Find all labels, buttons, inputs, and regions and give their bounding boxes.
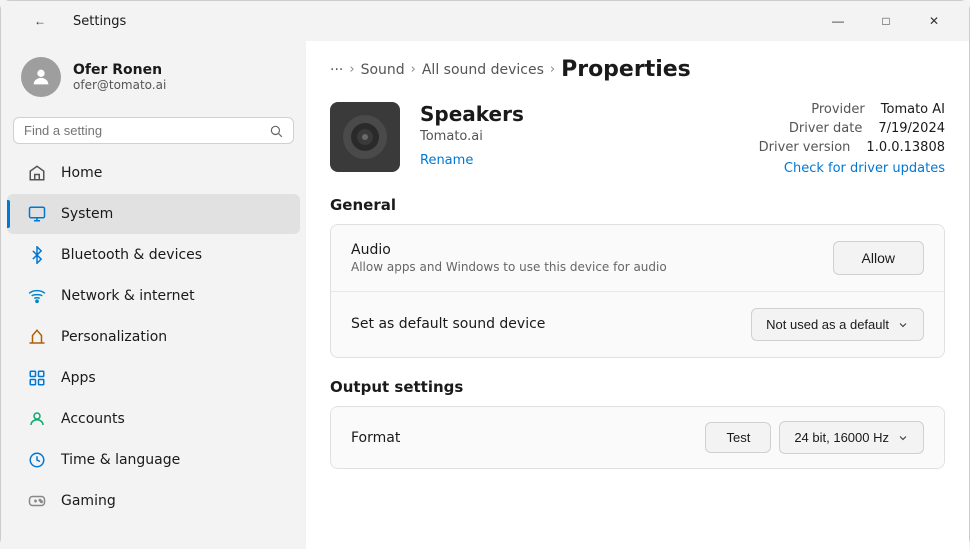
- window-controls: — □ ✕: [815, 5, 957, 37]
- test-button[interactable]: Test: [705, 422, 771, 453]
- device-header: Speakers Tomato.ai Rename Provider Tomat…: [306, 90, 969, 196]
- sidebar-item-label: Personalization: [61, 329, 167, 345]
- default-device-row: Set as default sound device Not used as …: [331, 291, 944, 357]
- speaker-image: [330, 102, 400, 172]
- personalization-icon: [27, 327, 47, 347]
- gaming-icon: [27, 491, 47, 511]
- default-text: Set as default sound device: [351, 316, 751, 334]
- driver-version-value: 1.0.0.13808: [866, 140, 945, 155]
- general-card: Audio Allow apps and Windows to use this…: [330, 224, 945, 358]
- user-section: Ofer Ronen ofer@tomato.ai: [1, 41, 306, 113]
- driver-date-label: Driver date: [789, 121, 862, 136]
- driver-date-value: 7/19/2024: [878, 121, 945, 136]
- maximize-button[interactable]: □: [863, 5, 909, 37]
- back-icon: ←: [34, 14, 46, 28]
- provider-value: Tomato AI: [881, 102, 945, 117]
- breadcrumb-current: Properties: [561, 57, 691, 82]
- home-icon: [27, 163, 47, 183]
- speaker-svg: [340, 112, 390, 162]
- chevron-down-icon: [897, 432, 909, 444]
- breadcrumb-ellipsis[interactable]: ···: [330, 62, 343, 78]
- sidebar-item-label: Time & language: [61, 452, 180, 468]
- titlebar-left: ← Settings: [17, 5, 126, 37]
- network-icon: [27, 286, 47, 306]
- driver-version-label: Driver version: [759, 140, 851, 155]
- sidebar-item-network[interactable]: Network & internet: [7, 276, 300, 316]
- breadcrumb-sep3: ›: [550, 62, 555, 77]
- sidebar-item-personalization[interactable]: Personalization: [7, 317, 300, 357]
- time-icon: [27, 450, 47, 470]
- sidebar-item-apps[interactable]: Apps: [7, 358, 300, 398]
- audio-row: Audio Allow apps and Windows to use this…: [331, 225, 944, 291]
- sidebar: Ofer Ronen ofer@tomato.ai Home System: [1, 41, 306, 549]
- sidebar-item-bluetooth[interactable]: Bluetooth & devices: [7, 235, 300, 275]
- format-dropdown[interactable]: 24 bit, 16000 Hz: [779, 421, 924, 454]
- default-dropdown[interactable]: Not used as a default: [751, 308, 924, 341]
- back-button[interactable]: ←: [17, 5, 63, 37]
- sidebar-item-label: Accounts: [61, 411, 125, 427]
- breadcrumb-sound[interactable]: Sound: [361, 62, 405, 78]
- format-row: Format Test 24 bit, 16000 Hz: [331, 407, 944, 468]
- sidebar-item-label: Bluetooth & devices: [61, 247, 202, 263]
- sidebar-item-gaming[interactable]: Gaming: [7, 481, 300, 521]
- nav-list: Home System Bluetooth & devices Network …: [1, 152, 306, 522]
- format-controls: Test 24 bit, 16000 Hz: [705, 421, 924, 454]
- default-dropdown-value: Not used as a default: [766, 317, 889, 332]
- breadcrumb-sep2: ›: [411, 62, 416, 77]
- sidebar-item-label: Apps: [61, 370, 96, 386]
- accounts-icon: [27, 409, 47, 429]
- sidebar-item-accounts[interactable]: Accounts: [7, 399, 300, 439]
- device-info: Speakers Tomato.ai Rename: [420, 102, 739, 168]
- sidebar-item-home[interactable]: Home: [7, 153, 300, 193]
- allow-button[interactable]: Allow: [833, 241, 924, 275]
- sidebar-item-label: Gaming: [61, 493, 116, 509]
- sidebar-item-system[interactable]: System: [7, 194, 300, 234]
- audio-desc: Allow apps and Windows to use this devic…: [351, 260, 833, 274]
- rename-link[interactable]: Rename: [420, 153, 473, 168]
- device-name: Speakers: [420, 102, 739, 126]
- device-meta: Provider Tomato AI Driver date 7/19/2024…: [759, 102, 945, 176]
- format-label: Format: [351, 430, 400, 446]
- provider-label: Provider: [811, 102, 865, 117]
- search-icon: [269, 124, 283, 138]
- provider-row: Provider Tomato AI: [811, 102, 945, 117]
- system-icon: [27, 204, 47, 224]
- sidebar-item-label: Network & internet: [61, 288, 195, 304]
- chevron-down-icon: [897, 319, 909, 331]
- user-email: ofer@tomato.ai: [73, 78, 166, 92]
- window-title: Settings: [73, 14, 126, 29]
- app-body: Ofer Ronen ofer@tomato.ai Home System: [1, 41, 969, 549]
- output-card: Format Test 24 bit, 16000 Hz: [330, 406, 945, 469]
- sidebar-item-label: System: [61, 206, 113, 222]
- main-content: ··· › Sound › All sound devices › Proper…: [306, 41, 969, 549]
- breadcrumb-sep1: ›: [349, 62, 354, 77]
- format-dropdown-value: 24 bit, 16000 Hz: [794, 430, 889, 445]
- default-label: Set as default sound device: [351, 316, 751, 332]
- driver-date-row: Driver date 7/19/2024: [789, 121, 945, 136]
- breadcrumb: ··· › Sound › All sound devices › Proper…: [306, 41, 969, 90]
- search-input[interactable]: [24, 123, 261, 138]
- user-name: Ofer Ronen: [73, 62, 166, 78]
- avatar: [21, 57, 61, 97]
- apps-icon: [27, 368, 47, 388]
- audio-label: Audio: [351, 242, 833, 258]
- minimize-button[interactable]: —: [815, 5, 861, 37]
- sidebar-item-time[interactable]: Time & language: [7, 440, 300, 480]
- breadcrumb-all-sound-devices[interactable]: All sound devices: [422, 62, 544, 78]
- titlebar: ← Settings — □ ✕: [1, 1, 969, 41]
- output-section-title: Output settings: [306, 366, 969, 406]
- bluetooth-icon: [27, 245, 47, 265]
- sidebar-item-label: Home: [61, 165, 102, 181]
- user-info: Ofer Ronen ofer@tomato.ai: [73, 62, 166, 92]
- device-brand: Tomato.ai: [420, 129, 739, 144]
- close-button[interactable]: ✕: [911, 5, 957, 37]
- driver-version-row: Driver version 1.0.0.13808: [759, 140, 945, 155]
- driver-update-link[interactable]: Check for driver updates: [784, 161, 945, 176]
- general-section-title: General: [306, 196, 969, 224]
- search-box[interactable]: [13, 117, 294, 144]
- audio-text: Audio Allow apps and Windows to use this…: [351, 242, 833, 274]
